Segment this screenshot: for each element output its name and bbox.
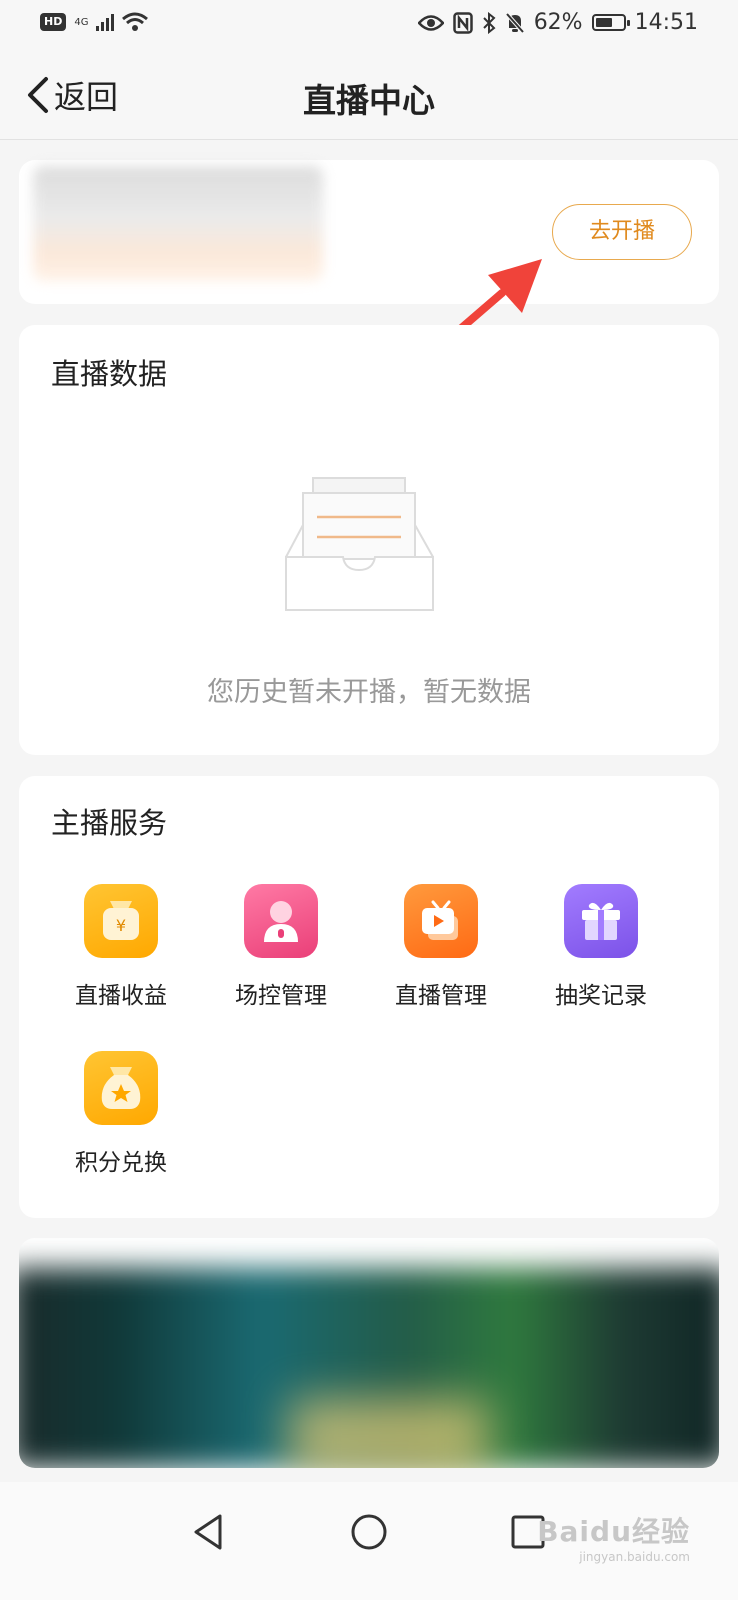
service-live-management[interactable]: 直播管理	[371, 884, 511, 1010]
bell-mute-icon	[505, 12, 525, 33]
profile-card: 去开播	[19, 160, 719, 304]
money-bag-icon: ¥	[84, 884, 158, 958]
service-live-earnings[interactable]: ¥ 直播收益	[51, 884, 191, 1010]
promo-banner[interactable]	[19, 1238, 719, 1468]
empty-box-icon	[285, 477, 434, 611]
watermark: Baidu经验 jingyan.baidu.com	[537, 1510, 690, 1564]
battery-percent: 62%	[533, 10, 583, 35]
service-label: 场控管理	[235, 983, 327, 1009]
nav-bar: 返回 直播中心	[0, 52, 738, 140]
tv-icon	[404, 884, 478, 958]
service-lottery-records[interactable]: 抽奖记录	[531, 884, 671, 1010]
star-bag-icon	[84, 1051, 158, 1125]
home-circle-icon[interactable]	[347, 1510, 391, 1554]
network-type: 4G	[74, 16, 89, 28]
system-nav-bar: Baidu经验 jingyan.baidu.com	[0, 1482, 738, 1600]
svg-text:¥: ¥	[116, 916, 126, 935]
signal-icon	[96, 13, 115, 31]
empty-state-text: 您历史暂未开播，暂无数据	[207, 677, 531, 708]
services-title: 主播服务	[51, 806, 168, 840]
live-data-card: 直播数据 您历史暂未开播，暂无数据	[19, 325, 719, 755]
hd-badge: HD	[40, 13, 67, 31]
service-label: 抽奖记录	[555, 983, 647, 1009]
service-label: 直播收益	[75, 983, 167, 1009]
live-data-title: 直播数据	[51, 357, 168, 391]
banner-highlight	[289, 1398, 489, 1468]
clock: 14:51	[634, 10, 698, 35]
blurred-profile-info	[33, 166, 323, 281]
person-icon	[244, 884, 318, 958]
watermark-text: Baidu经验	[537, 1515, 690, 1548]
watermark-subtext: jingyan.baidu.com	[579, 1550, 690, 1564]
bluetooth-icon	[482, 11, 496, 34]
service-label: 直播管理	[395, 983, 487, 1009]
eye-icon	[417, 14, 444, 31]
anchor-services-card: 主播服务 ¥ 直播收益 场控管理 直播管理 抽奖记录 积分兑换	[19, 776, 719, 1218]
service-room-control[interactable]: 场控管理	[211, 884, 351, 1010]
battery-icon	[591, 14, 630, 31]
wifi-icon	[122, 12, 149, 31]
nfc-icon	[452, 11, 473, 34]
back-triangle-icon[interactable]	[188, 1510, 232, 1554]
status-bar: HD 4G 62% 14:51	[0, 0, 738, 52]
service-points-exchange[interactable]: 积分兑换	[51, 1051, 191, 1177]
start-live-button[interactable]: 去开播	[552, 204, 692, 260]
service-label: 积分兑换	[75, 1150, 167, 1176]
page-title: 直播中心	[303, 81, 435, 120]
gift-icon	[564, 884, 638, 958]
